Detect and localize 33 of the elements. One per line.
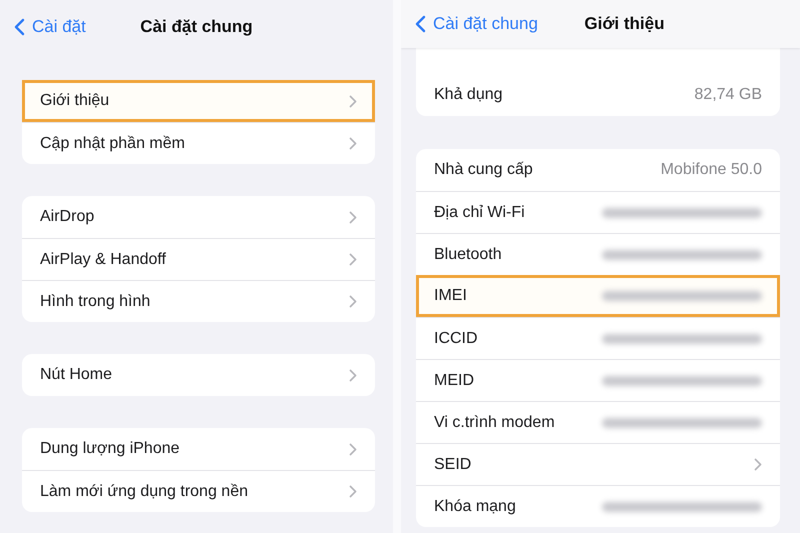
info-row: ICCID bbox=[416, 317, 780, 359]
settings-row[interactable]: Dung lượng iPhone bbox=[22, 428, 375, 470]
settings-row[interactable]: Cập nhật phần mềm bbox=[22, 122, 375, 164]
info-row: Địa chỉ Wi-Fi bbox=[416, 191, 780, 233]
info-value: 82,74 GB bbox=[694, 86, 762, 104]
info-row: SEID bbox=[416, 443, 780, 485]
chevron-icon bbox=[349, 442, 357, 456]
info-row-text: Nhà cung cấp Mobifone 50.0 bbox=[433, 160, 763, 181]
info-row: MEID bbox=[416, 359, 780, 401]
settings-row[interactable]: Làm mới ứng dụng trong nền bbox=[22, 470, 375, 512]
settings-row[interactable]: Nút Home bbox=[22, 354, 375, 396]
chevron-icon bbox=[349, 253, 357, 266]
settings-row[interactable]: AirPlay & Handoff bbox=[22, 238, 375, 280]
chevron-icon bbox=[349, 94, 357, 108]
back-chevron-icon bbox=[415, 15, 426, 33]
screen-title: Giới thiệu bbox=[584, 14, 664, 34]
back-chevron-icon bbox=[14, 18, 25, 36]
settings-row[interactable]: AirDrop bbox=[22, 196, 375, 238]
chevron-icon bbox=[349, 368, 357, 382]
settings-row[interactable]: Giới thiệu bbox=[22, 80, 375, 122]
chevron-icon bbox=[349, 295, 357, 308]
chevron-icon bbox=[349, 485, 357, 498]
back-button[interactable]: Cài đặt bbox=[14, 17, 86, 37]
chevron-icon bbox=[349, 137, 357, 150]
screen-title: Cài đặt chung bbox=[140, 17, 253, 37]
chevron-icon bbox=[349, 210, 357, 224]
info-row-text: Khả dụng 82,74 GB bbox=[433, 85, 763, 106]
info-row: IMEI bbox=[416, 275, 780, 317]
info-row: Khóa mạng bbox=[416, 485, 780, 527]
back-button[interactable]: Cài đặt chung bbox=[415, 14, 538, 34]
info-value: Mobifone 50.0 bbox=[660, 161, 762, 179]
info-row: Vi c.trình modem bbox=[416, 401, 780, 443]
settings-row[interactable]: Hình trong hình bbox=[22, 280, 375, 322]
